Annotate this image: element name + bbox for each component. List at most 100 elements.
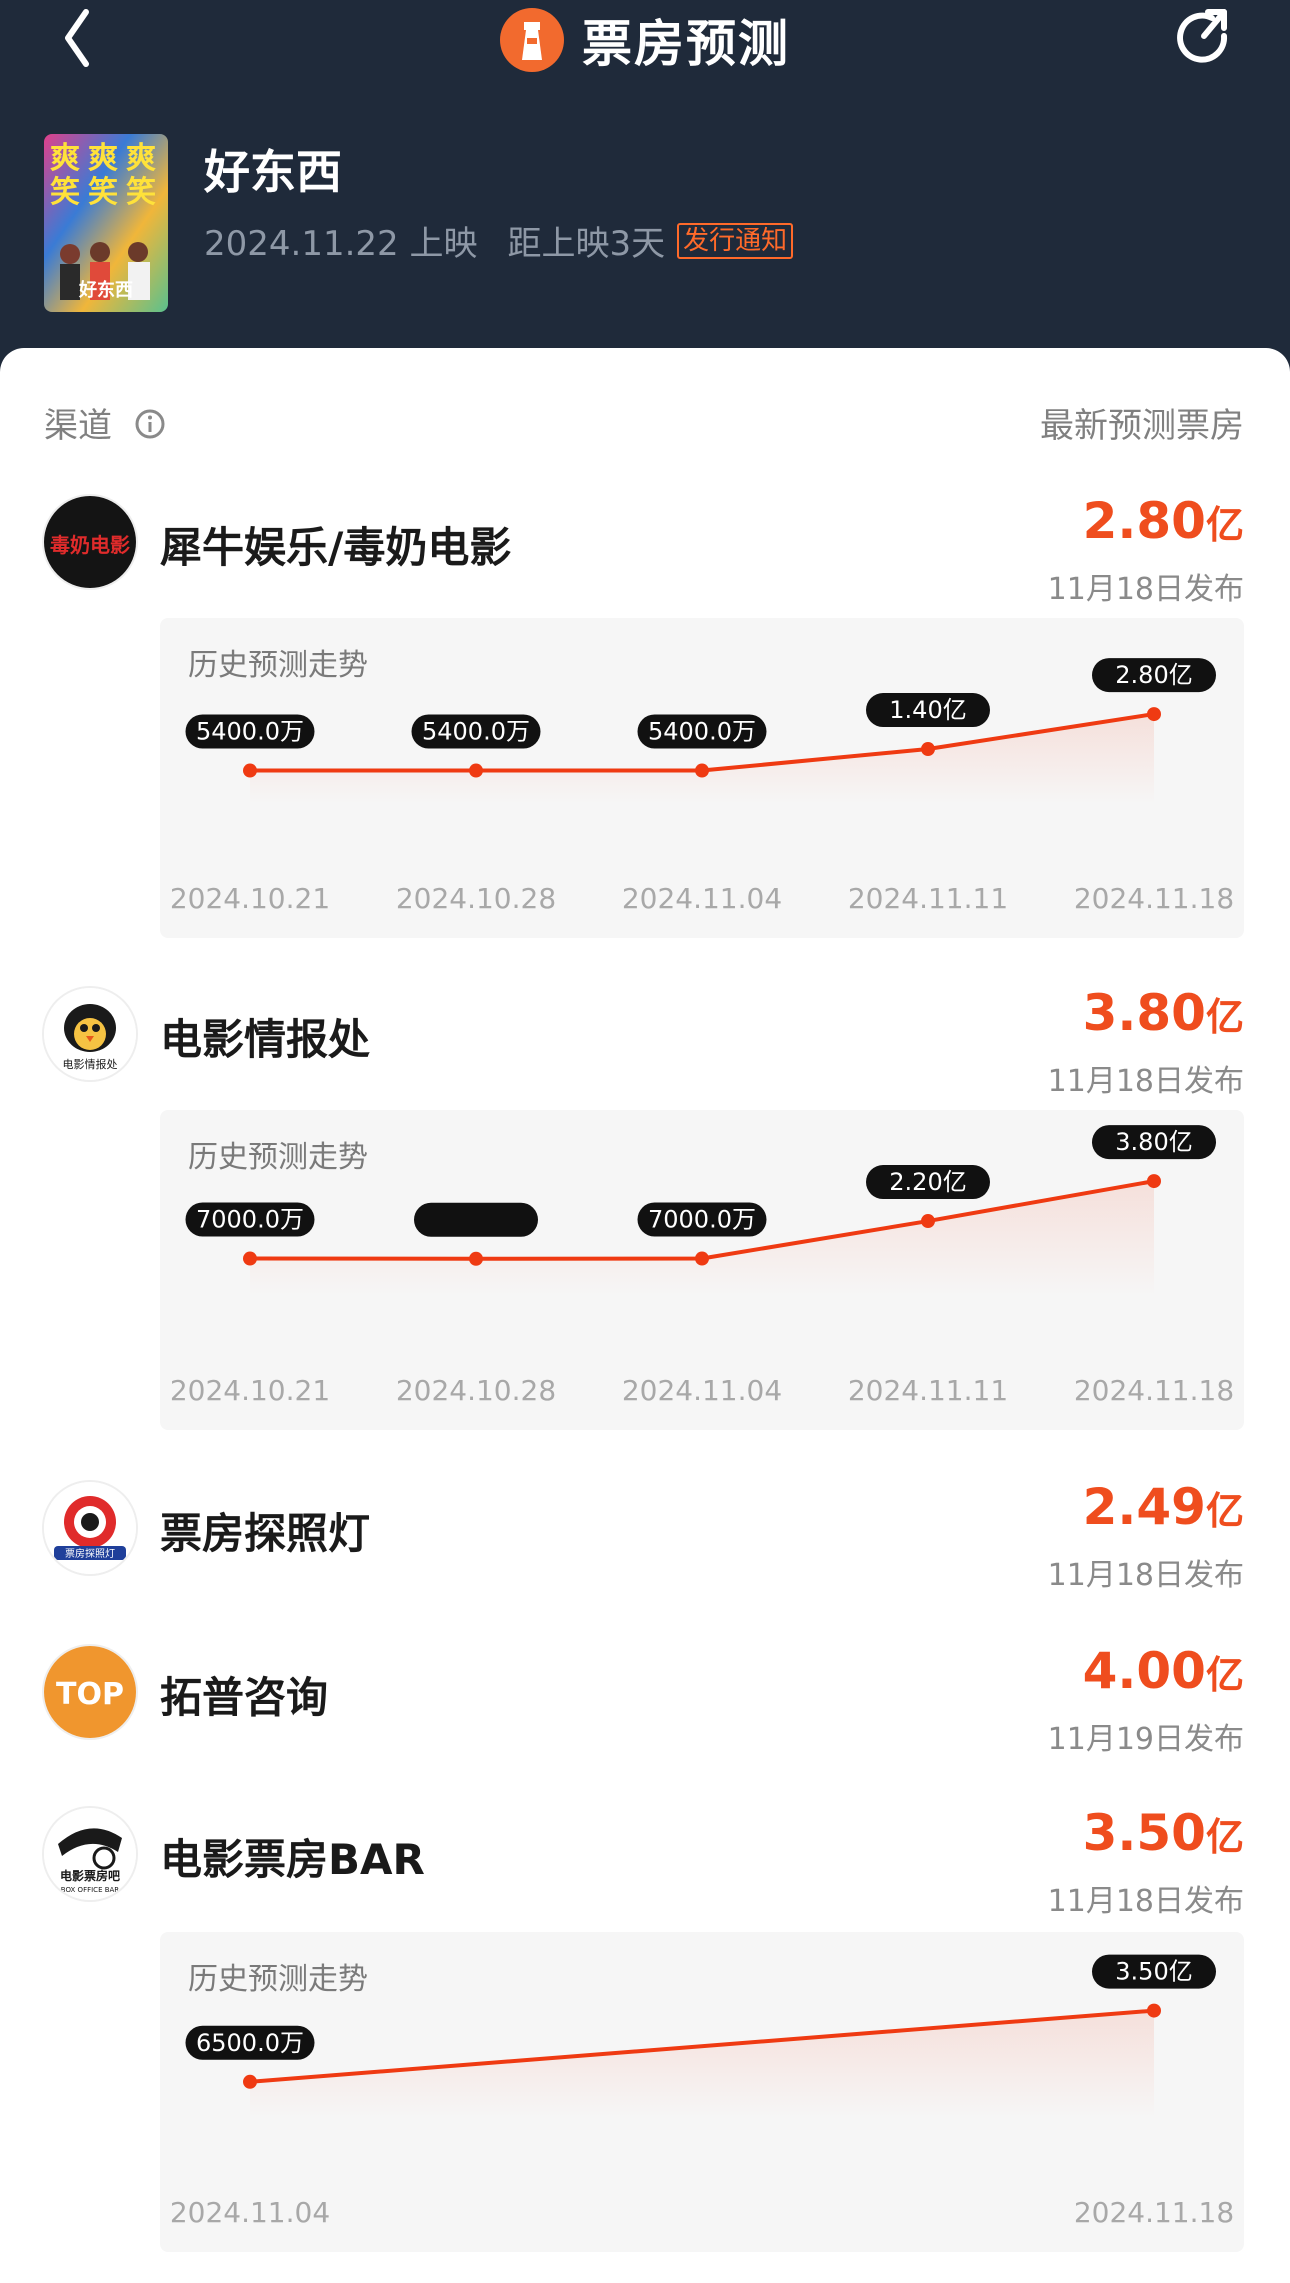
penguin-logo-icon: 电影情报处 <box>44 988 136 1080</box>
history-trend-chart: 历史预测走势 6500.0万 2024.11.04 3.50亿 2024.11.18 <box>160 1932 1244 2252</box>
forecast-value: 2.49亿 <box>1083 1478 1244 1536</box>
data-point <box>469 763 483 778</box>
x-tick-label: 2024.11.04 <box>622 1374 782 1407</box>
data-point <box>921 1214 935 1229</box>
forecast-unit: 亿 <box>1205 503 1244 547</box>
lighthouse-logo-icon <box>500 8 564 72</box>
x-tick-label: 2024.10.28 <box>396 1374 556 1407</box>
channel-name: 电影票房BAR <box>160 1835 425 1884</box>
x-tick-label: 2024.11.04 <box>170 2196 330 2229</box>
forecast-value: 3.80亿 <box>1083 984 1244 1042</box>
page-title: 票房预测 <box>582 15 790 73</box>
latest-forecast-header: 最新预测票房 <box>1040 406 1244 446</box>
data-label-bubble <box>414 1202 538 1237</box>
publish-date: 11月18日发布 <box>1047 572 1244 607</box>
series-area <box>250 1181 1154 1296</box>
data-label: 5400.0万 <box>648 718 756 746</box>
info-icon[interactable] <box>134 408 166 440</box>
release-date: 2024.11.22 上映 <box>204 224 478 264</box>
x-tick-label: 2024.11.18 <box>1074 882 1234 915</box>
data-point <box>1147 707 1161 722</box>
share-button[interactable] <box>1172 6 1240 74</box>
history-trend-chart: 历史预测走势 7000.0万 2024.10.21 2024.10.28 7000.0… <box>160 1110 1244 1430</box>
data-point <box>1147 1174 1161 1189</box>
poster-char: 笑 <box>50 175 80 210</box>
channel-name: 票房探照灯 <box>160 1509 371 1558</box>
channel-logo: 票房探照灯 <box>44 1482 136 1574</box>
publish-date: 11月18日发布 <box>1047 1558 1244 1593</box>
forecast-unit: 亿 <box>1205 1815 1244 1859</box>
data-point <box>243 1251 257 1266</box>
poster-char: 笑 <box>88 175 118 210</box>
channel-logo-text: 电影情报处 <box>63 1057 118 1071</box>
channel-logo-text: TOP <box>56 1677 124 1712</box>
poster-char: 爽 <box>88 141 118 176</box>
movie-meta: 2024.11.22 上映 距上映3天 发行通知 <box>204 216 794 265</box>
data-point <box>695 1251 709 1266</box>
channel-logo: 电影票房吧 BOX OFFICE BAR <box>44 1808 136 1900</box>
history-trend-chart: 历史预测走势 5400.0万 2024.10.21 5400.0万 2024.10.2… <box>160 618 1244 938</box>
data-point <box>1147 2003 1161 2018</box>
channel-name: 拓普咨询 <box>160 1673 329 1722</box>
channel-logo-text: 票房探照灯 <box>65 1547 115 1560</box>
poster-char: 爽 <box>126 141 156 176</box>
data-point <box>921 742 935 757</box>
poster-char: 爽 <box>50 141 80 176</box>
data-point <box>469 1251 483 1266</box>
data-label: 2.80亿 <box>1115 661 1192 689</box>
channel-logo-text: 毒奶电影 <box>50 533 130 557</box>
series-area <box>250 2010 1154 2118</box>
forecast-value: 2.80亿 <box>1083 492 1244 550</box>
distribution-notice-badge[interactable]: 发行通知 <box>677 222 794 259</box>
forecast-value: 3.50亿 <box>1083 1804 1244 1862</box>
nav-title-area: 票房预测 <box>0 0 1290 80</box>
x-tick-label: 2024.11.04 <box>622 882 782 915</box>
channel-logo-text: 电影票房吧 <box>60 1868 120 1883</box>
channel-name: 电影情报处 <box>160 1015 371 1064</box>
channel-logo: TOP <box>44 1646 136 1738</box>
data-label: 7000.0万 <box>196 1206 304 1234</box>
release-countdown: 距上映3天 <box>507 224 666 264</box>
forecast-number: 2.80 <box>1082 492 1206 550</box>
forecast-number: 2.49 <box>1082 1478 1206 1536</box>
top-logo-icon: TOP <box>44 1646 136 1738</box>
x-tick-label: 2024.10.21 <box>170 882 330 915</box>
data-label: 5400.0万 <box>422 718 530 746</box>
poster-logo: 好东西 <box>78 279 133 301</box>
trend-line-chart: 6500.0万 2024.11.04 3.50亿 2024.11.18 <box>170 1954 1234 2229</box>
poster-image: 爽 爽 爽 笑 笑 笑 好东西 <box>44 134 168 312</box>
channel-name: 犀牛娱乐/毒奶电影 <box>160 523 512 572</box>
data-label: 2.20亿 <box>889 1168 966 1196</box>
movie-poster[interactable]: 爽 爽 爽 笑 笑 笑 好东西 <box>44 134 168 312</box>
share-icon <box>1177 9 1228 63</box>
header-bar: 票房预测 爽 爽 爽 笑 笑 笑 好东西 好东西 2024.11.22 上映 距… <box>0 0 1290 360</box>
x-tick-label: 2024.11.18 <box>1074 1374 1234 1407</box>
channel-logo-subtext: BOX OFFICE BAR <box>61 1886 120 1894</box>
forecast-number: 3.50 <box>1082 1804 1206 1862</box>
forecast-unit: 亿 <box>1205 995 1244 1039</box>
channel-logo: 毒奶电影 <box>44 496 136 588</box>
poison-milk-logo-icon: 毒奶电影 <box>44 496 136 588</box>
x-tick-label: 2024.10.28 <box>396 882 556 915</box>
forecast-number: 4.00 <box>1082 1642 1206 1700</box>
data-point <box>695 763 709 778</box>
channel-column-header: 渠道 <box>44 406 112 446</box>
data-label: 6500.0万 <box>196 2029 304 2057</box>
trend-line-chart: 7000.0万 2024.10.21 2024.10.28 7000.0万 2024.1… <box>170 1125 1234 1407</box>
data-point <box>243 2074 257 2089</box>
x-tick-label: 2024.10.21 <box>170 1374 330 1407</box>
movie-title: 好东西 <box>204 145 342 199</box>
x-tick-label: 2024.11.11 <box>848 1374 1008 1407</box>
forecast-unit: 亿 <box>1205 1653 1244 1697</box>
x-tick-label: 2024.11.11 <box>848 882 1008 915</box>
publish-date: 11月19日发布 <box>1047 1722 1244 1757</box>
film-reel-logo-icon: 电影票房吧 BOX OFFICE BAR <box>44 1808 136 1900</box>
data-label: 3.80亿 <box>1115 1128 1192 1156</box>
searchlight-logo-icon: 票房探照灯 <box>44 1482 136 1574</box>
x-tick-label: 2024.11.18 <box>1074 2196 1234 2229</box>
data-label: 7000.0万 <box>648 1206 756 1234</box>
publish-date: 11月18日发布 <box>1047 1064 1244 1099</box>
channel-logo: 电影情报处 <box>44 988 136 1080</box>
data-label: 3.50亿 <box>1115 1958 1192 1986</box>
data-label: 1.40亿 <box>889 696 966 724</box>
